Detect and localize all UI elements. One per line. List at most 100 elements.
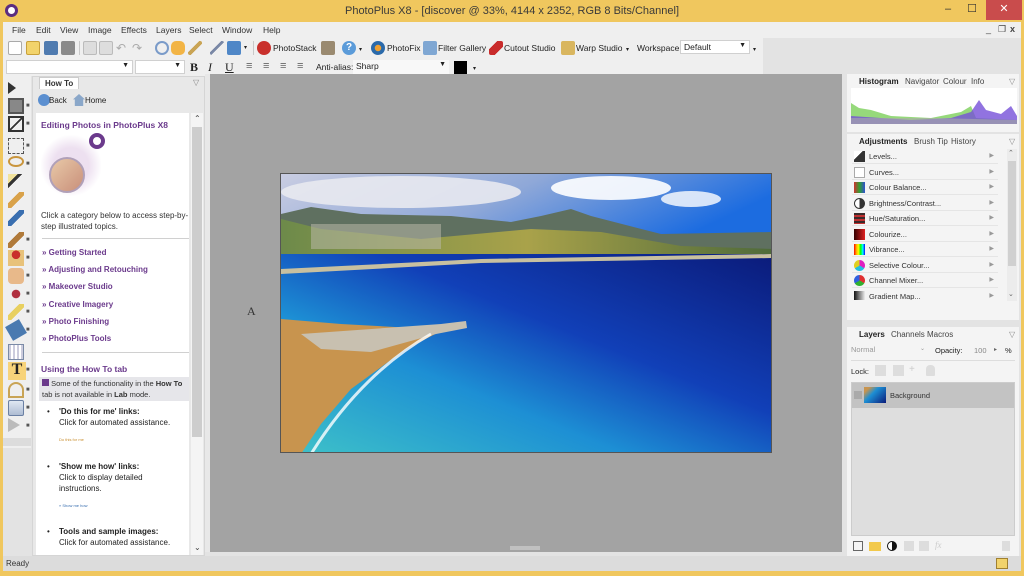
- adjustment-curves[interactable]: Curves... ▶: [852, 165, 998, 180]
- straighten-tool-icon[interactable]: [188, 41, 202, 55]
- layer-name[interactable]: Background: [890, 391, 930, 400]
- scroll-up-icon[interactable]: ⌃: [1008, 149, 1014, 157]
- photostack-icon[interactable]: [257, 41, 271, 55]
- scroll-down-icon[interactable]: ⌄: [1008, 290, 1014, 298]
- help-icon[interactable]: ?: [342, 41, 356, 55]
- scrollbar-thumb[interactable]: [192, 127, 202, 437]
- do-this-sample-link[interactable]: Do this for me: [51, 434, 186, 445]
- adjustments-scrollbar[interactable]: ⌃ ⌄: [1007, 149, 1017, 301]
- panel-menu-icon[interactable]: ▽: [1009, 77, 1015, 86]
- layer-row[interactable]: Background: [852, 383, 1014, 408]
- category-finishing[interactable]: » Photo Finishing: [42, 317, 109, 326]
- adjustment-colour-balance[interactable]: Colour Balance... ▶: [852, 180, 998, 195]
- pen-tool-icon[interactable]: [8, 382, 24, 398]
- patch-tool-icon[interactable]: [8, 268, 24, 284]
- paste-icon[interactable]: [99, 41, 113, 55]
- toolbar-overflow[interactable]: ▾: [473, 65, 476, 72]
- panel-menu-icon[interactable]: ▽: [1009, 137, 1015, 146]
- mdi-restore-button[interactable]: ❐: [998, 24, 1006, 35]
- tools-gripper[interactable]: [3, 438, 31, 446]
- fill-tool-icon[interactable]: [5, 319, 27, 341]
- tab-macros[interactable]: Macros: [927, 330, 953, 339]
- opacity-input[interactable]: 100: [974, 346, 987, 355]
- menu-layers[interactable]: Layers: [156, 25, 182, 35]
- tab-adjustments[interactable]: Adjustments: [859, 137, 907, 146]
- selection-brush-icon[interactable]: [8, 192, 24, 208]
- pen-tool-icon[interactable]: [210, 41, 224, 55]
- tab-history[interactable]: History: [951, 137, 976, 146]
- zoom-tool-icon[interactable]: [155, 41, 169, 55]
- undo-icon[interactable]: ↶: [116, 41, 130, 55]
- menu-file[interactable]: File: [12, 25, 26, 35]
- warp-studio-button[interactable]: Warp Studio: [576, 43, 622, 53]
- new-file-icon[interactable]: [8, 41, 22, 55]
- antialias-select[interactable]: Sharp ▼: [353, 60, 449, 74]
- node-tool-icon[interactable]: [8, 418, 20, 432]
- color-picker-icon[interactable]: [8, 210, 24, 226]
- adjustment-colourize[interactable]: Colourize... ▶: [852, 227, 998, 242]
- shape-tool-icon[interactable]: [8, 400, 24, 416]
- text-tool-icon[interactable]: T: [8, 362, 26, 380]
- photofix-button[interactable]: PhotoFix: [387, 43, 421, 53]
- cutout-studio-icon[interactable]: [489, 41, 503, 55]
- panel-menu-icon[interactable]: ▽: [193, 78, 199, 87]
- adjustment-gradient-map[interactable]: Gradient Map... ▶: [852, 289, 998, 300]
- layer-effects-icon[interactable]: [919, 541, 929, 551]
- underline-button[interactable]: U: [225, 60, 234, 75]
- photofix-icon[interactable]: [371, 41, 385, 55]
- category-adjusting[interactable]: » Adjusting and Retouching: [42, 265, 148, 274]
- back-button[interactable]: Back: [49, 96, 67, 105]
- document-image[interactable]: [280, 173, 772, 453]
- menu-image[interactable]: Image: [88, 25, 112, 35]
- delete-layer-icon[interactable]: [1002, 541, 1010, 551]
- font-select[interactable]: ▼: [6, 60, 133, 74]
- adjustment-levels[interactable]: Levels... ▶: [852, 149, 998, 164]
- canvas-gripper[interactable]: [510, 546, 540, 550]
- layer-visibility-icon[interactable]: [854, 391, 862, 399]
- toolbar-overflow[interactable]: ▾: [626, 46, 629, 53]
- tab-channels[interactable]: Channels: [891, 330, 925, 339]
- scroll-down-icon[interactable]: ⌄: [194, 543, 201, 552]
- mdi-close-button[interactable]: x: [1010, 24, 1015, 34]
- adjustment-vibrance[interactable]: Vibrance... ▶: [852, 242, 998, 257]
- print-icon[interactable]: [61, 41, 75, 55]
- scrollbar-thumb[interactable]: [1008, 161, 1016, 266]
- menu-effects[interactable]: Effects: [121, 25, 147, 35]
- category-getting-started[interactable]: » Getting Started: [42, 248, 106, 257]
- menu-window[interactable]: Window: [222, 25, 252, 35]
- photo-icon[interactable]: [321, 41, 335, 55]
- save-icon[interactable]: [44, 41, 58, 55]
- eraser-icon[interactable]: [8, 304, 24, 320]
- font-size-select[interactable]: ▼: [135, 60, 185, 74]
- adjustment-layer-icon[interactable]: [887, 541, 897, 551]
- menu-edit[interactable]: Edit: [36, 25, 51, 35]
- toolbar-overflow[interactable]: ▾: [359, 46, 362, 53]
- copy-icon[interactable]: [83, 41, 97, 55]
- lock-all-icon[interactable]: [926, 365, 935, 376]
- tab-brush-tip[interactable]: Brush Tip: [914, 137, 948, 146]
- home-icon[interactable]: [73, 94, 85, 106]
- adjustment-brightness-contrast[interactable]: Brightness/Contrast... ▶: [852, 196, 998, 211]
- adjustment-channel-mixer[interactable]: Channel Mixer... ▶: [852, 273, 998, 288]
- tab-colour[interactable]: Colour: [943, 77, 967, 86]
- panel-menu-icon[interactable]: ▽: [1009, 330, 1015, 339]
- clone-stamp-icon[interactable]: [8, 250, 24, 266]
- align-left-icon[interactable]: ≡: [246, 60, 252, 72]
- paintbrush-icon[interactable]: [8, 232, 24, 248]
- adjustment-hue-saturation[interactable]: Hue/Saturation... ▶: [852, 211, 998, 226]
- photostack-button[interactable]: PhotoStack: [273, 43, 316, 53]
- selection-tool-icon[interactable]: [227, 41, 241, 55]
- tab-histogram[interactable]: Histogram: [859, 77, 899, 86]
- lock-pixels-icon[interactable]: [893, 365, 904, 376]
- tab-howto[interactable]: How To: [39, 77, 79, 89]
- align-center-icon[interactable]: ≡: [263, 60, 269, 72]
- maximize-button[interactable]: ☐: [958, 0, 986, 20]
- opacity-dropdown[interactable]: ▸: [994, 346, 997, 353]
- howto-scrollbar[interactable]: ⌃ ⌄: [191, 113, 203, 555]
- justify-icon[interactable]: ≡: [297, 60, 303, 72]
- menu-view[interactable]: View: [60, 25, 78, 35]
- new-group-icon[interactable]: [869, 542, 881, 551]
- text-color-swatch[interactable]: [454, 61, 467, 74]
- workspace-select[interactable]: Default ▼: [680, 40, 750, 54]
- add-layer-icon[interactable]: [853, 541, 863, 551]
